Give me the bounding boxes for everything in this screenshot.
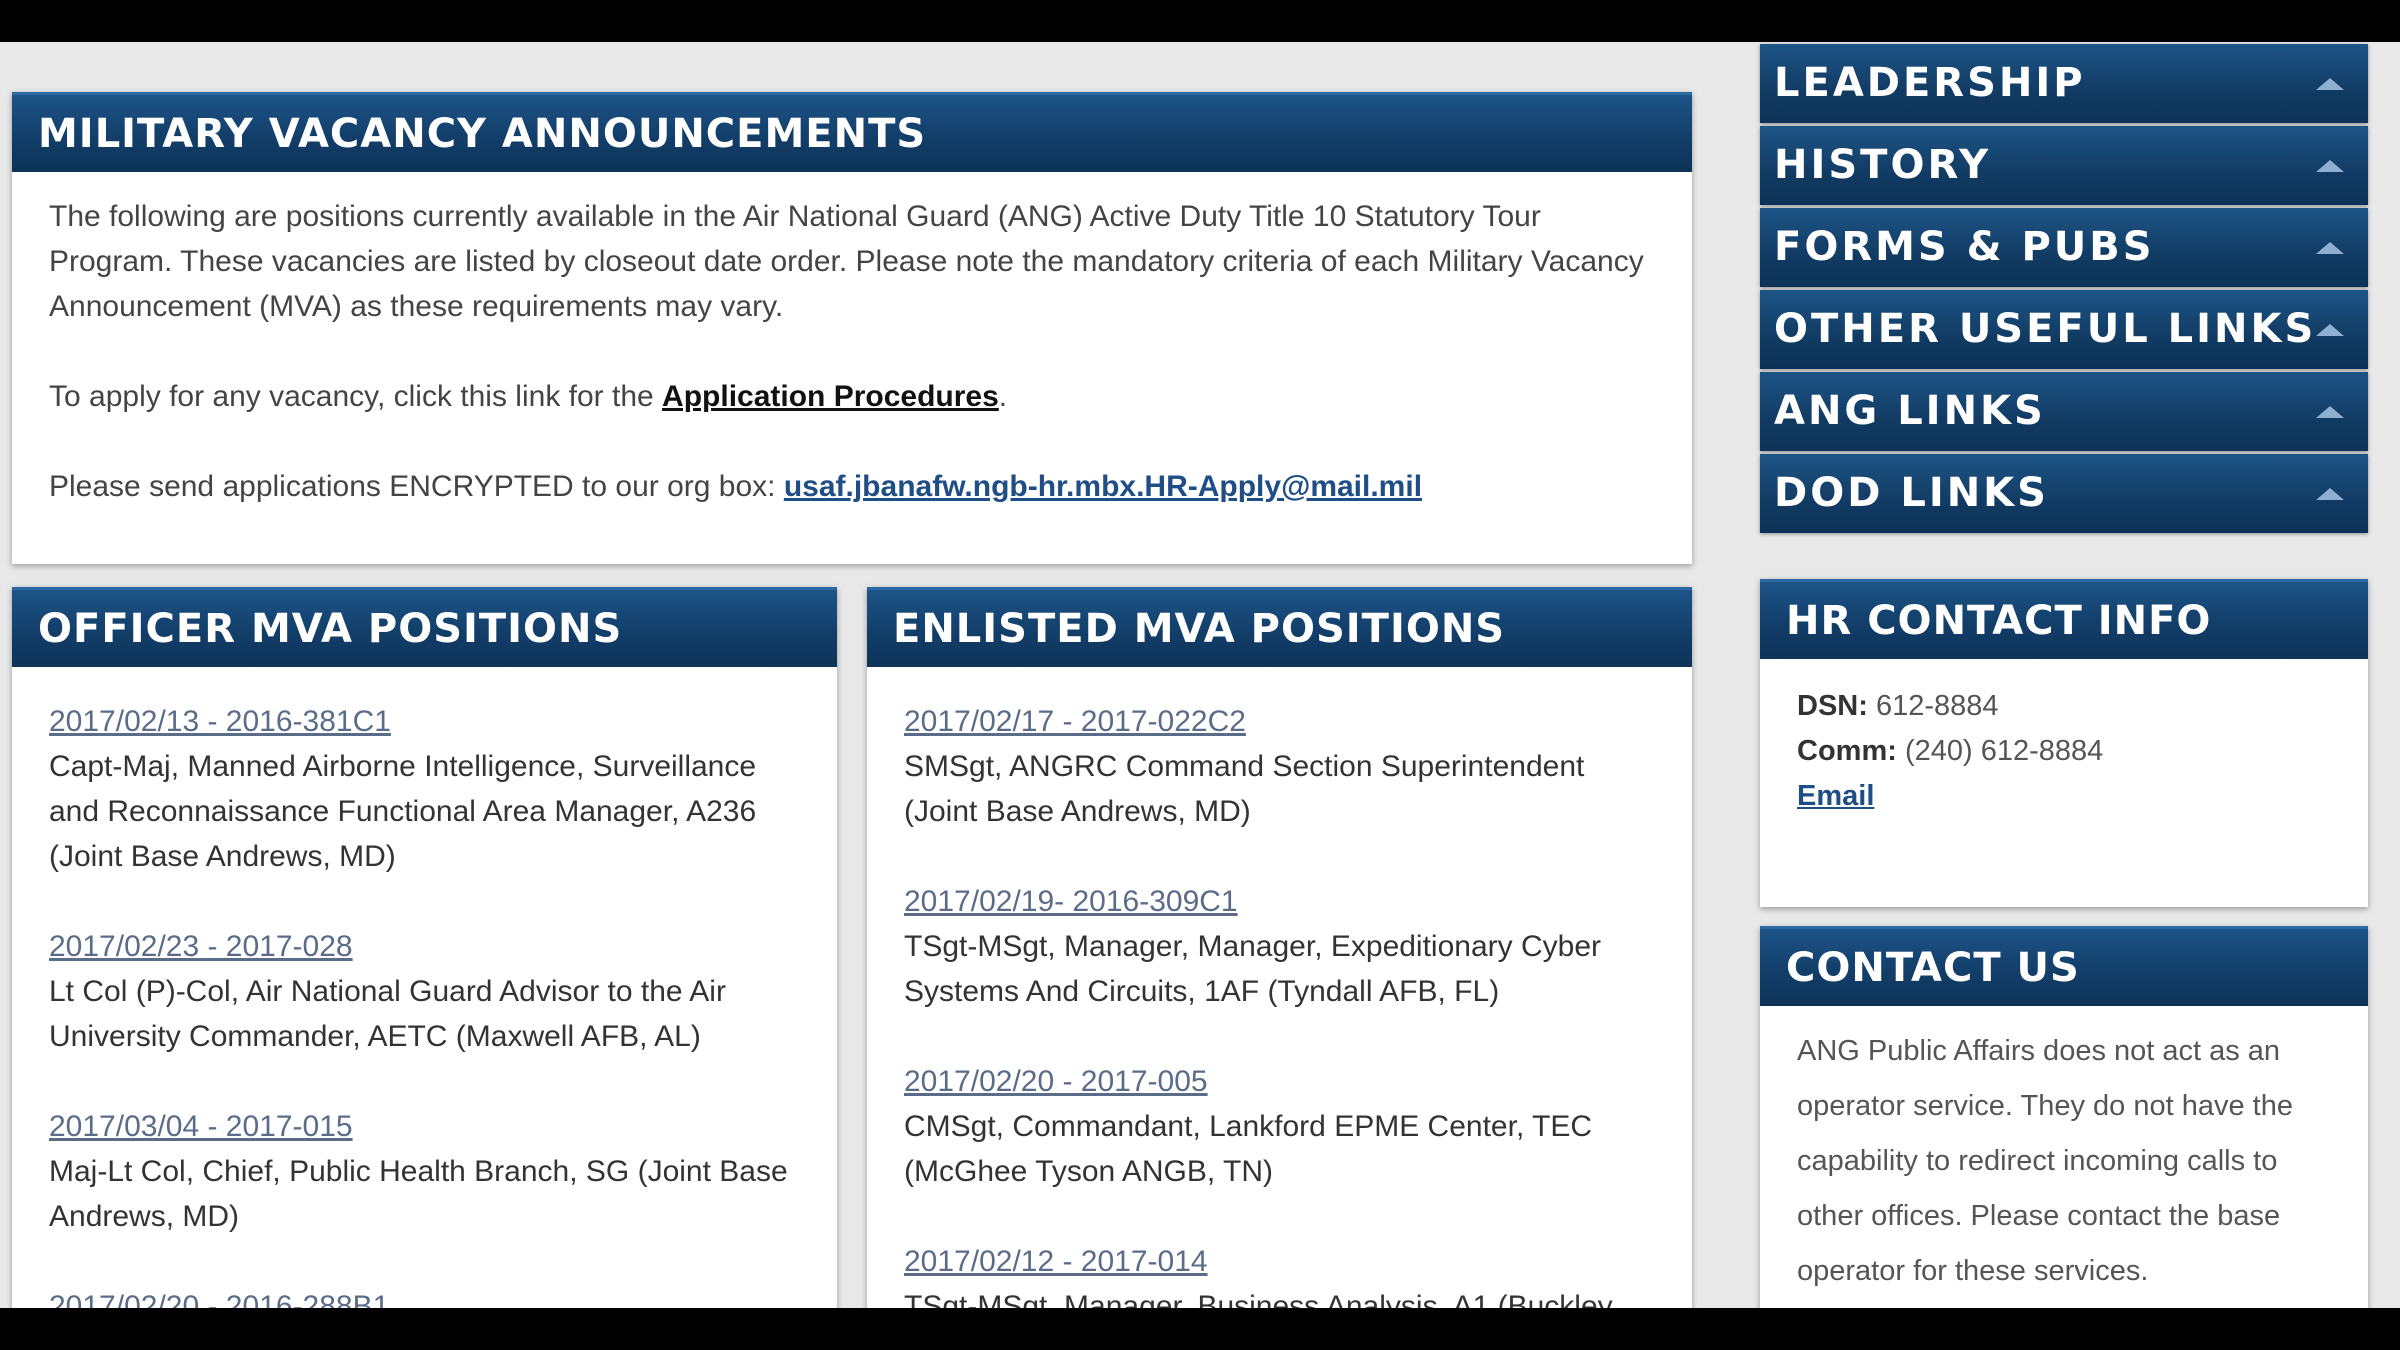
sidebar-item-dod-links[interactable]: DOD Links — [1760, 454, 2368, 533]
contact-us-heading: Contact Us — [1760, 926, 2368, 1006]
officer-list: 2017/02/13 - 2016-381C1 Capt-Maj, Manned … — [12, 667, 837, 1308]
sidebar-item-label: Forms & Pubs — [1774, 224, 2155, 270]
enlisted-list: 2017/02/17 - 2017-022C2 SMSgt, ANGRC Comm… — [867, 667, 1692, 1308]
chevron-up-icon — [2316, 242, 2344, 254]
sidebar-item-label: History — [1774, 142, 1992, 188]
chevron-up-icon — [2316, 160, 2344, 172]
sidebar-item-label: ANG Links — [1774, 388, 2046, 434]
application-procedures-link[interactable]: Application Procedures — [662, 380, 999, 413]
enlisted-positions-panel: Enlisted MVA Positions 2017/02/17 - 2017… — [867, 587, 1692, 1308]
send-prefix: Please send applications ENCRYPTED to ou… — [49, 470, 784, 503]
dsn-line: DSN: 612-8884 — [1797, 684, 2331, 729]
sidebar-nav: Leadership History Forms & Pubs Other Usefu… — [1760, 44, 2368, 536]
browser-viewport: Military Vacancy Announcements The follo… — [0, 42, 2400, 1308]
sidebar-item-label: DOD Links — [1774, 470, 2049, 516]
position-entry: 2017/03/04 - 2017-015 Maj-Lt Col, Chief, … — [49, 1104, 800, 1239]
position-link[interactable]: 2017/02/20 - 2016-288B1 — [49, 1284, 800, 1308]
sidebar-item-ang-links[interactable]: ANG Links — [1760, 372, 2368, 451]
position-description: Lt Col (P)-Col, Air National Guard Advis… — [49, 975, 726, 1053]
apply-line: To apply for any vacancy, click this lin… — [49, 374, 1655, 419]
chevron-up-icon — [2316, 406, 2344, 418]
position-link[interactable]: 2017/03/04 - 2017-015 — [49, 1104, 800, 1149]
position-entry: 2017/02/23 - 2017-028 Lt Col (P)-Col, Air… — [49, 924, 800, 1059]
apply-prefix: To apply for any vacancy, click this lin… — [49, 380, 663, 413]
apply-suffix: . — [998, 380, 1008, 413]
officer-positions-panel: Officer MVA Positions 2017/02/13 - 2016-… — [12, 587, 837, 1308]
position-link[interactable]: 2017/02/13 - 2016-381C1 — [49, 699, 800, 744]
position-link[interactable]: 2017/02/19- 2016-309C1 — [904, 879, 1655, 924]
announcements-panel: Military Vacancy Announcements The follo… — [12, 92, 1692, 564]
officer-heading: Officer MVA Positions — [12, 587, 837, 667]
position-description: Maj-Lt Col, Chief, Public Health Branch,… — [49, 1155, 788, 1233]
sidebar-item-leadership[interactable]: Leadership — [1760, 44, 2368, 123]
hr-contact-panel: HR Contact Info DSN: 612-8884 Comm: (240… — [1760, 579, 2368, 907]
sidebar-item-forms-pubs[interactable]: Forms & Pubs — [1760, 208, 2368, 287]
dsn-value: 612-8884 — [1867, 690, 1999, 722]
hr-contact-heading: HR Contact Info — [1760, 579, 2368, 659]
position-entry: 2017/02/12 - 2017-014 TSgt-MSgt, Manager,… — [904, 1239, 1655, 1308]
contact-us-panel: Contact Us ANG Public Affairs does not a… — [1760, 926, 2368, 1308]
position-link[interactable]: 2017/02/23 - 2017-028 — [49, 924, 800, 969]
sidebar-item-label: Other Useful Links — [1774, 306, 2317, 352]
position-description: Capt-Maj, Manned Airborne Intelligence, … — [49, 750, 757, 873]
comm-label: Comm: — [1797, 735, 1897, 767]
position-entry: 2017/02/17 - 2017-022C2 SMSgt, ANGRC Comm… — [904, 699, 1655, 834]
announcements-heading: Military Vacancy Announcements — [12, 92, 1692, 172]
contact-us-text: ANG Public Affairs does not act as an op… — [1797, 1035, 2293, 1287]
comm-value: (240) 612-8884 — [1896, 735, 2104, 767]
position-link[interactable]: 2017/02/12 - 2017-014 — [904, 1239, 1655, 1284]
position-description: CMSgt, Commandant, Lankford EPME Center,… — [904, 1110, 1593, 1188]
position-link[interactable]: 2017/02/20 - 2017-005 — [904, 1059, 1655, 1104]
announcements-intro: The following are positions currently av… — [49, 200, 1644, 323]
dsn-label: DSN: — [1797, 690, 1868, 722]
position-entry: 2017/02/20 - 2017-005 CMSgt, Commandant, … — [904, 1059, 1655, 1194]
position-entry: 2017/02/20 - 2016-288B1 — [49, 1284, 800, 1308]
position-description: SMSgt, ANGRC Command Section Superintend… — [904, 750, 1585, 828]
hr-email-link[interactable]: Email — [1797, 780, 1874, 812]
position-link[interactable]: 2017/02/17 - 2017-022C2 — [904, 699, 1655, 744]
enlisted-heading: Enlisted MVA Positions — [867, 587, 1692, 667]
position-entry: 2017/02/19- 2016-309C1 TSgt-MSgt, Manager… — [904, 879, 1655, 1014]
send-line: Please send applications ENCRYPTED to ou… — [49, 464, 1655, 509]
chevron-up-icon — [2316, 324, 2344, 336]
position-description: TSgt-MSgt, Manager, Manager, Expeditiona… — [904, 930, 1602, 1008]
comm-line: Comm: (240) 612-8884 — [1797, 729, 2331, 774]
sidebar-item-other-useful-links[interactable]: Other Useful Links — [1760, 290, 2368, 369]
chevron-up-icon — [2316, 78, 2344, 90]
hr-apply-email-link[interactable]: usaf.jbanafw.ngb-hr.mbx.HR-Apply@mail.mi… — [784, 470, 1422, 503]
position-description: TSgt-MSgt, Manager, Business Analysis, A… — [904, 1290, 1613, 1308]
chevron-up-icon — [2316, 488, 2344, 500]
sidebar-item-label: Leadership — [1774, 60, 2086, 106]
sidebar-item-history[interactable]: History — [1760, 126, 2368, 205]
position-entry: 2017/02/13 - 2016-381C1 Capt-Maj, Manned … — [49, 699, 800, 879]
